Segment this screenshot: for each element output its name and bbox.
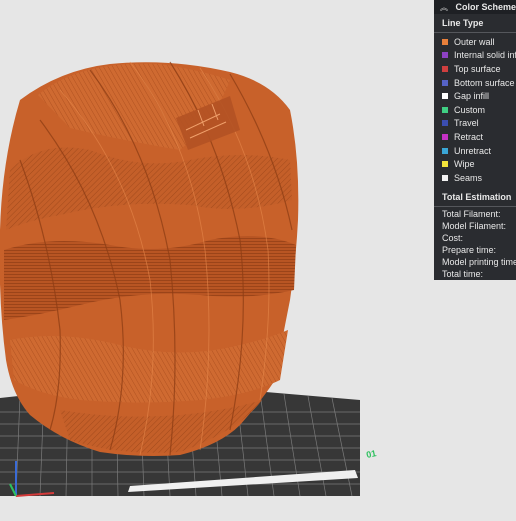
color-swatch-icon — [442, 65, 448, 72]
legend-item[interactable]: Unretract — [434, 144, 516, 158]
legend-item-label: Seams — [454, 172, 483, 183]
plate-number-label: 01 — [365, 448, 377, 460]
legend-item[interactable]: Travel — [434, 117, 516, 131]
total-estimation-title: Total Estimation — [442, 191, 512, 202]
estimation-row: Total Filament: — [442, 208, 501, 219]
legend-item-label: Gap infill — [454, 91, 490, 102]
panel-title: Color Scheme — [455, 2, 516, 12]
color-swatch-icon — [442, 120, 448, 127]
line-type-list: Outer wall Internal solid infill Top surfa… — [434, 35, 516, 185]
estimation-row: Prepare time: — [442, 245, 497, 256]
legend-item-label: Custom — [454, 104, 486, 115]
legend-panel: ︽ Color Scheme Line Type Outer wall Inter… — [434, 0, 516, 280]
legend-item[interactable]: Bottom surface — [434, 76, 516, 90]
line-type-title: Line Type — [442, 18, 484, 28]
legend-item-label: Top surface — [454, 63, 501, 74]
legend-item-label: Wipe — [454, 159, 475, 170]
color-swatch-icon — [442, 174, 448, 181]
estimation-row: Total time: — [442, 269, 484, 280]
color-swatch-icon — [442, 106, 448, 113]
color-swatch-icon — [442, 52, 448, 59]
sliced-model[interactable] — [0, 61, 299, 457]
color-swatch-icon — [442, 38, 448, 45]
legend-item[interactable]: Gap infill — [434, 89, 516, 103]
estimation-row: Cost: — [442, 232, 464, 243]
legend-item[interactable]: Seams — [434, 171, 516, 185]
legend-item-label: Internal solid infill — [454, 50, 516, 61]
estimation-row: Model Filament: — [442, 220, 507, 231]
color-swatch-icon — [442, 147, 448, 154]
legend-item[interactable]: Retract — [434, 130, 516, 144]
color-swatch-icon — [442, 79, 448, 86]
legend-item[interactable]: Custom — [434, 103, 516, 117]
divider — [434, 205, 516, 207]
color-swatch-icon — [442, 133, 448, 140]
legend-item-label: Outer wall — [454, 36, 495, 47]
legend-item-label: Bottom surface — [454, 77, 515, 88]
panel-header[interactable]: ︽ Color Scheme — [434, 0, 516, 14]
legend-item[interactable]: Wipe — [434, 157, 516, 171]
legend-item[interactable]: Outer wall — [434, 35, 516, 49]
divider — [434, 32, 516, 33]
legend-item-label: Travel — [454, 118, 479, 129]
chevron-up-double-icon[interactable]: ︽ — [440, 2, 450, 13]
legend-item[interactable]: Top surface — [434, 62, 516, 76]
estimation-list: Total Filament: Model Filament: Cost: Prepa… — [434, 209, 516, 280]
legend-item-label: Unretract — [454, 145, 492, 156]
legend-item[interactable]: Internal solid infill — [434, 49, 516, 63]
color-swatch-icon — [442, 93, 448, 100]
estimation-row: Model printing time: — [442, 257, 516, 268]
color-swatch-icon — [442, 161, 448, 168]
legend-item-label: Retract — [454, 131, 484, 142]
